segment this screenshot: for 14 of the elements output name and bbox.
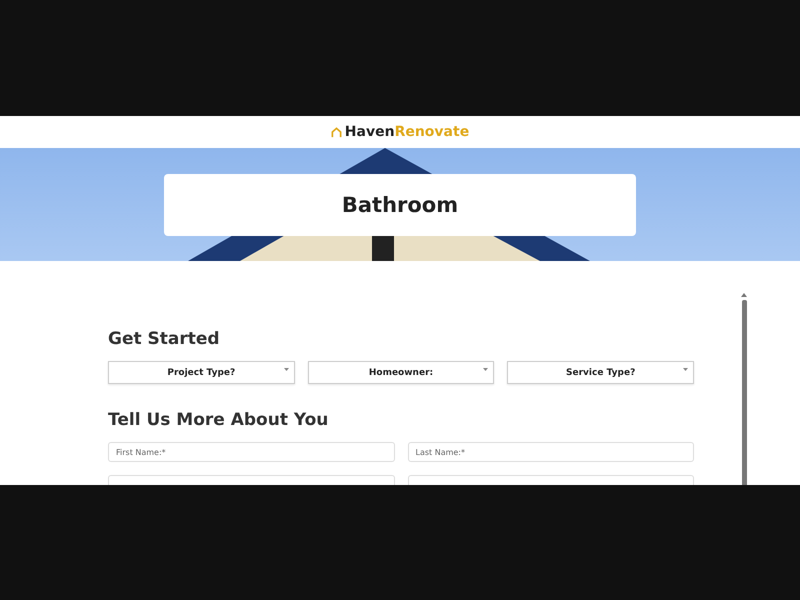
- input-field[interactable]: First Name:*: [108, 442, 394, 462]
- brand-logo: HavenRenovate: [344, 124, 470, 140]
- dropdown-select[interactable]: Service Type?: [507, 361, 694, 384]
- house-icon: [330, 126, 342, 138]
- dropdown-select[interactable]: Homeowner:: [308, 361, 494, 384]
- caret-icon: [683, 368, 688, 371]
- dropdown-select[interactable]: Project Type?: [108, 361, 295, 384]
- scroll-up-icon[interactable]: [741, 293, 747, 297]
- caret-icon: [483, 368, 488, 371]
- page-title: Bathroom: [164, 174, 636, 236]
- input-field[interactable]: Last Name:*: [408, 442, 694, 462]
- caret-icon: [284, 368, 289, 371]
- section-heading: Tell Us More About You: [108, 410, 330, 430]
- section-heading: Get Started: [108, 329, 221, 349]
